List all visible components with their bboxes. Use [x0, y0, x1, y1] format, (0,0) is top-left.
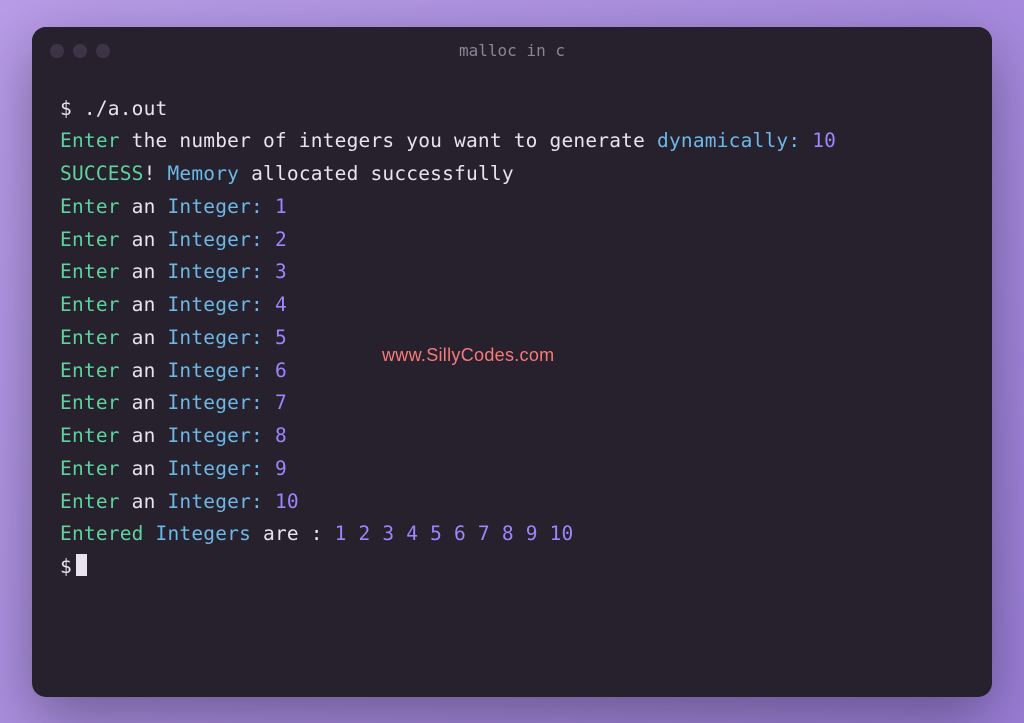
title-bar: malloc in c	[32, 27, 992, 75]
input-line: Enter an Integer: 7	[60, 387, 964, 420]
input-line: Enter an Integer: 3	[60, 256, 964, 289]
cursor-icon	[76, 554, 87, 576]
input-line: Enter an Integer: 2	[60, 224, 964, 257]
terminal-body[interactable]: $ ./a.out Enter the number of integers y…	[32, 75, 992, 697]
success-line: SUCCESS! Memory allocated successfully	[60, 158, 964, 191]
inputs-container: Enter an Integer: 1Enter an Integer: 2En…	[60, 191, 964, 519]
input-line: Enter an Integer: 10	[60, 486, 964, 519]
input-line: Enter an Integer: 4	[60, 289, 964, 322]
maximize-button[interactable]	[96, 44, 110, 58]
close-button[interactable]	[50, 44, 64, 58]
result-line: Entered Integers are : 1 2 3 4 5 6 7 8 9…	[60, 518, 964, 551]
traffic-lights	[50, 44, 110, 58]
command-line: $ ./a.out	[60, 93, 964, 126]
prompt-line: Enter the number of integers you want to…	[60, 125, 964, 158]
input-line: Enter an Integer: 6	[60, 355, 964, 388]
prompt-end: $	[60, 551, 964, 584]
input-line: Enter an Integer: 1	[60, 191, 964, 224]
input-line: Enter an Integer: 8	[60, 420, 964, 453]
minimize-button[interactable]	[73, 44, 87, 58]
window-title: malloc in c	[459, 41, 565, 60]
input-line: Enter an Integer: 9	[60, 453, 964, 486]
terminal-window: malloc in c $ ./a.out Enter the number o…	[32, 27, 992, 697]
input-line: Enter an Integer: 5	[60, 322, 964, 355]
